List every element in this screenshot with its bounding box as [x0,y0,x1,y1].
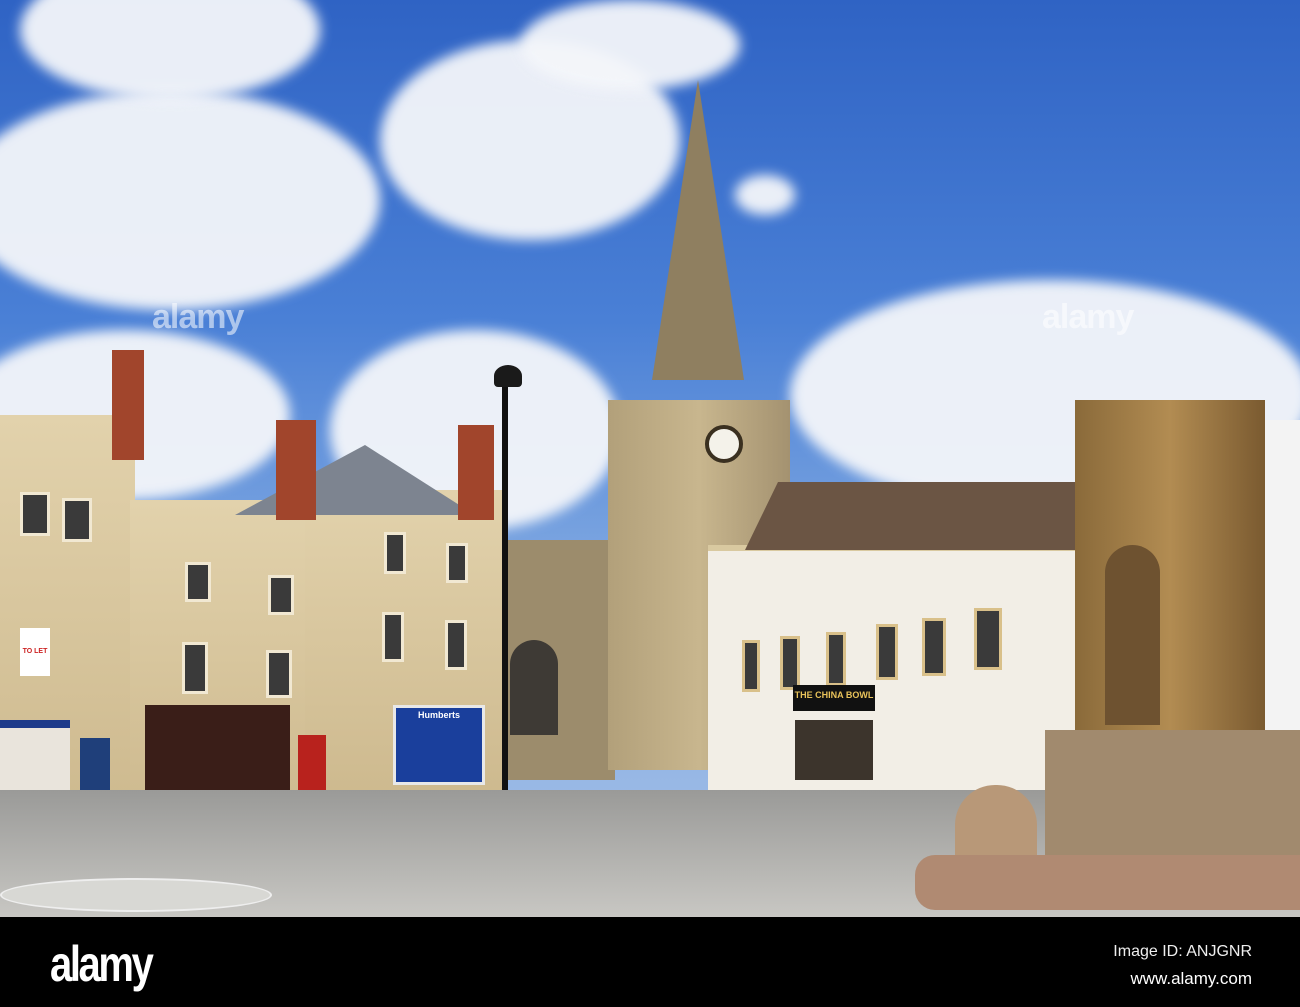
window [445,620,467,670]
cloud [735,175,795,215]
window [62,498,92,542]
website-link[interactable]: www.alamy.com [1130,969,1252,989]
window [182,642,208,694]
image-id: Image ID: ANJGNR [1113,943,1252,960]
window [185,562,211,602]
china-bowl-sign: THE CHINA BOWL [793,685,875,711]
window [266,650,292,698]
chimney [458,425,494,520]
window [742,640,760,692]
window [384,532,406,574]
to-let-sign: TO LET [20,628,50,676]
chimney [276,420,316,520]
window [382,612,404,662]
clock-face [705,425,743,463]
shopfront [795,720,873,780]
window [268,575,294,615]
watermark: alamy [1042,298,1134,336]
window [446,543,468,583]
window [20,492,50,536]
church-window [510,640,558,735]
church-spire [652,80,744,380]
roof [235,445,475,515]
roof [745,482,1075,550]
chimney [112,350,144,460]
window [876,624,898,680]
window [780,636,800,690]
fountain-basin [1045,730,1300,860]
footer-bar: alamy Image ID: ANJGNR www.alamy.com [0,917,1300,1007]
cloud [0,90,380,310]
photo: TO LET Humberts THE CHINA BOWL alamy ala… [0,0,1300,917]
building [708,545,1088,795]
cloud [520,0,740,90]
watermark: alamy [152,298,244,336]
monument-niche [1105,545,1160,725]
fountain-base [915,855,1300,910]
lamp-head [494,365,522,387]
window [922,618,946,676]
window [826,632,846,686]
shopfront [145,705,290,800]
humberts-sign: Humberts [417,710,460,720]
window [974,608,1002,670]
alamy-logo: alamy [50,936,154,992]
roundabout-marking [0,878,272,912]
cloud [20,0,320,100]
lamp-post [502,380,508,820]
